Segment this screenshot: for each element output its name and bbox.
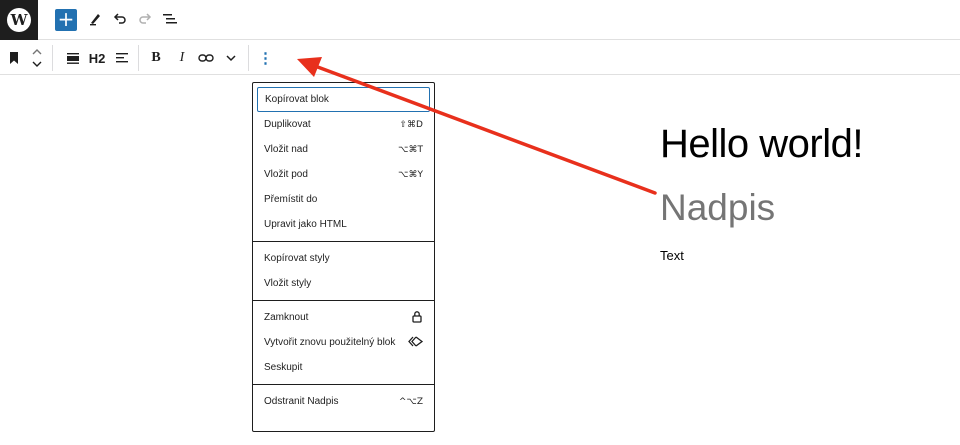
toolbar-divider bbox=[248, 45, 249, 71]
menu-item-label: Kopírovat blok bbox=[265, 94, 329, 105]
heading-level-button[interactable]: H2 bbox=[86, 46, 108, 70]
menu-item-label: Přemístit do bbox=[264, 194, 318, 205]
menu-item-copy-styles[interactable]: Kopírovat styly bbox=[257, 246, 430, 271]
menu-item-create-reusable-block[interactable]: Vytvořit znovu použitelný blok bbox=[257, 330, 430, 355]
undo-icon[interactable] bbox=[111, 10, 129, 28]
post-title[interactable]: Hello world! bbox=[660, 122, 863, 167]
italic-button[interactable]: I bbox=[174, 46, 190, 70]
menu-group-styles: Kopírovat styly Vložit styly bbox=[253, 242, 434, 301]
menu-item-shortcut: ⇧⌘D bbox=[399, 119, 423, 130]
menu-item-move-to[interactable]: Přemístit do bbox=[257, 187, 430, 212]
menu-item-edit-as-html[interactable]: Upravit jako HTML bbox=[257, 212, 430, 237]
menu-item-label: Zamknout bbox=[264, 312, 309, 323]
chevron-down-icon[interactable] bbox=[223, 46, 239, 70]
menu-group-block: Zamknout Vytvořit znovu použitelný blok … bbox=[253, 301, 434, 385]
wordpress-logo[interactable]: W bbox=[0, 0, 38, 40]
redo-icon[interactable] bbox=[136, 10, 154, 28]
menu-item-label: Vytvořit znovu použitelný blok bbox=[264, 337, 396, 348]
menu-item-lock[interactable]: Zamknout bbox=[257, 305, 430, 330]
menu-item-shortcut: ⌥⌘T bbox=[398, 144, 423, 155]
link-icon[interactable] bbox=[197, 46, 215, 70]
menu-item-remove-heading[interactable]: Odstranit Nadpis ^⌥Z bbox=[257, 389, 430, 414]
block-options-menu: Kopírovat blok Duplikovat ⇧⌘D Vložit nad… bbox=[252, 82, 435, 432]
menu-item-label: Upravit jako HTML bbox=[264, 219, 347, 230]
align-icon[interactable] bbox=[64, 46, 82, 70]
toolbar-divider bbox=[138, 45, 139, 71]
text-align-icon[interactable] bbox=[113, 46, 131, 70]
pencil-icon[interactable] bbox=[86, 10, 104, 28]
more-options-button[interactable]: ⋮ bbox=[257, 46, 273, 70]
wordpress-logo-mark: W bbox=[7, 8, 31, 32]
menu-item-label: Kopírovat styly bbox=[264, 253, 330, 264]
menu-group-remove: Odstranit Nadpis ^⌥Z bbox=[253, 385, 434, 418]
menu-item-insert-before[interactable]: Vložit nad ⌥⌘T bbox=[257, 137, 430, 162]
menu-item-duplicate[interactable]: Duplikovat ⇧⌘D bbox=[257, 112, 430, 137]
menu-item-insert-after[interactable]: Vložit pod ⌥⌘Y bbox=[257, 162, 430, 187]
menu-item-label: Duplikovat bbox=[264, 119, 311, 130]
menu-item-label: Vložit pod bbox=[264, 169, 308, 180]
paragraph-block[interactable]: Text bbox=[660, 248, 684, 263]
reusable-block-icon bbox=[408, 335, 424, 350]
toolbar-divider bbox=[52, 45, 53, 71]
bold-button[interactable]: B bbox=[148, 46, 164, 70]
menu-group-actions: Kopírovat blok Duplikovat ⇧⌘D Vložit nad… bbox=[253, 83, 434, 242]
menu-item-label: Vložit styly bbox=[264, 278, 312, 289]
menu-item-group[interactable]: Seskupit bbox=[257, 355, 430, 380]
move-up-down-icon[interactable] bbox=[29, 46, 45, 70]
editor-header: W + bbox=[0, 0, 960, 40]
menu-item-shortcut: ^⌥Z bbox=[398, 396, 423, 407]
menu-item-label: Seskupit bbox=[264, 362, 303, 373]
menu-item-copy-block[interactable]: Kopírovat blok bbox=[257, 87, 430, 112]
menu-item-label: Odstranit Nadpis bbox=[264, 396, 339, 407]
list-view-icon[interactable] bbox=[161, 10, 179, 28]
menu-item-shortcut: ⌥⌘Y bbox=[398, 169, 423, 180]
lock-icon bbox=[411, 310, 423, 326]
bookmark-block-icon[interactable] bbox=[6, 46, 22, 70]
heading-block[interactable]: Nadpis bbox=[660, 187, 775, 229]
block-toolbar: H2 B I ⋮ bbox=[0, 41, 960, 75]
block-inserter-button[interactable]: + bbox=[55, 9, 77, 31]
menu-item-label: Vložit nad bbox=[264, 144, 308, 155]
menu-item-paste-styles[interactable]: Vložit styly bbox=[257, 271, 430, 296]
